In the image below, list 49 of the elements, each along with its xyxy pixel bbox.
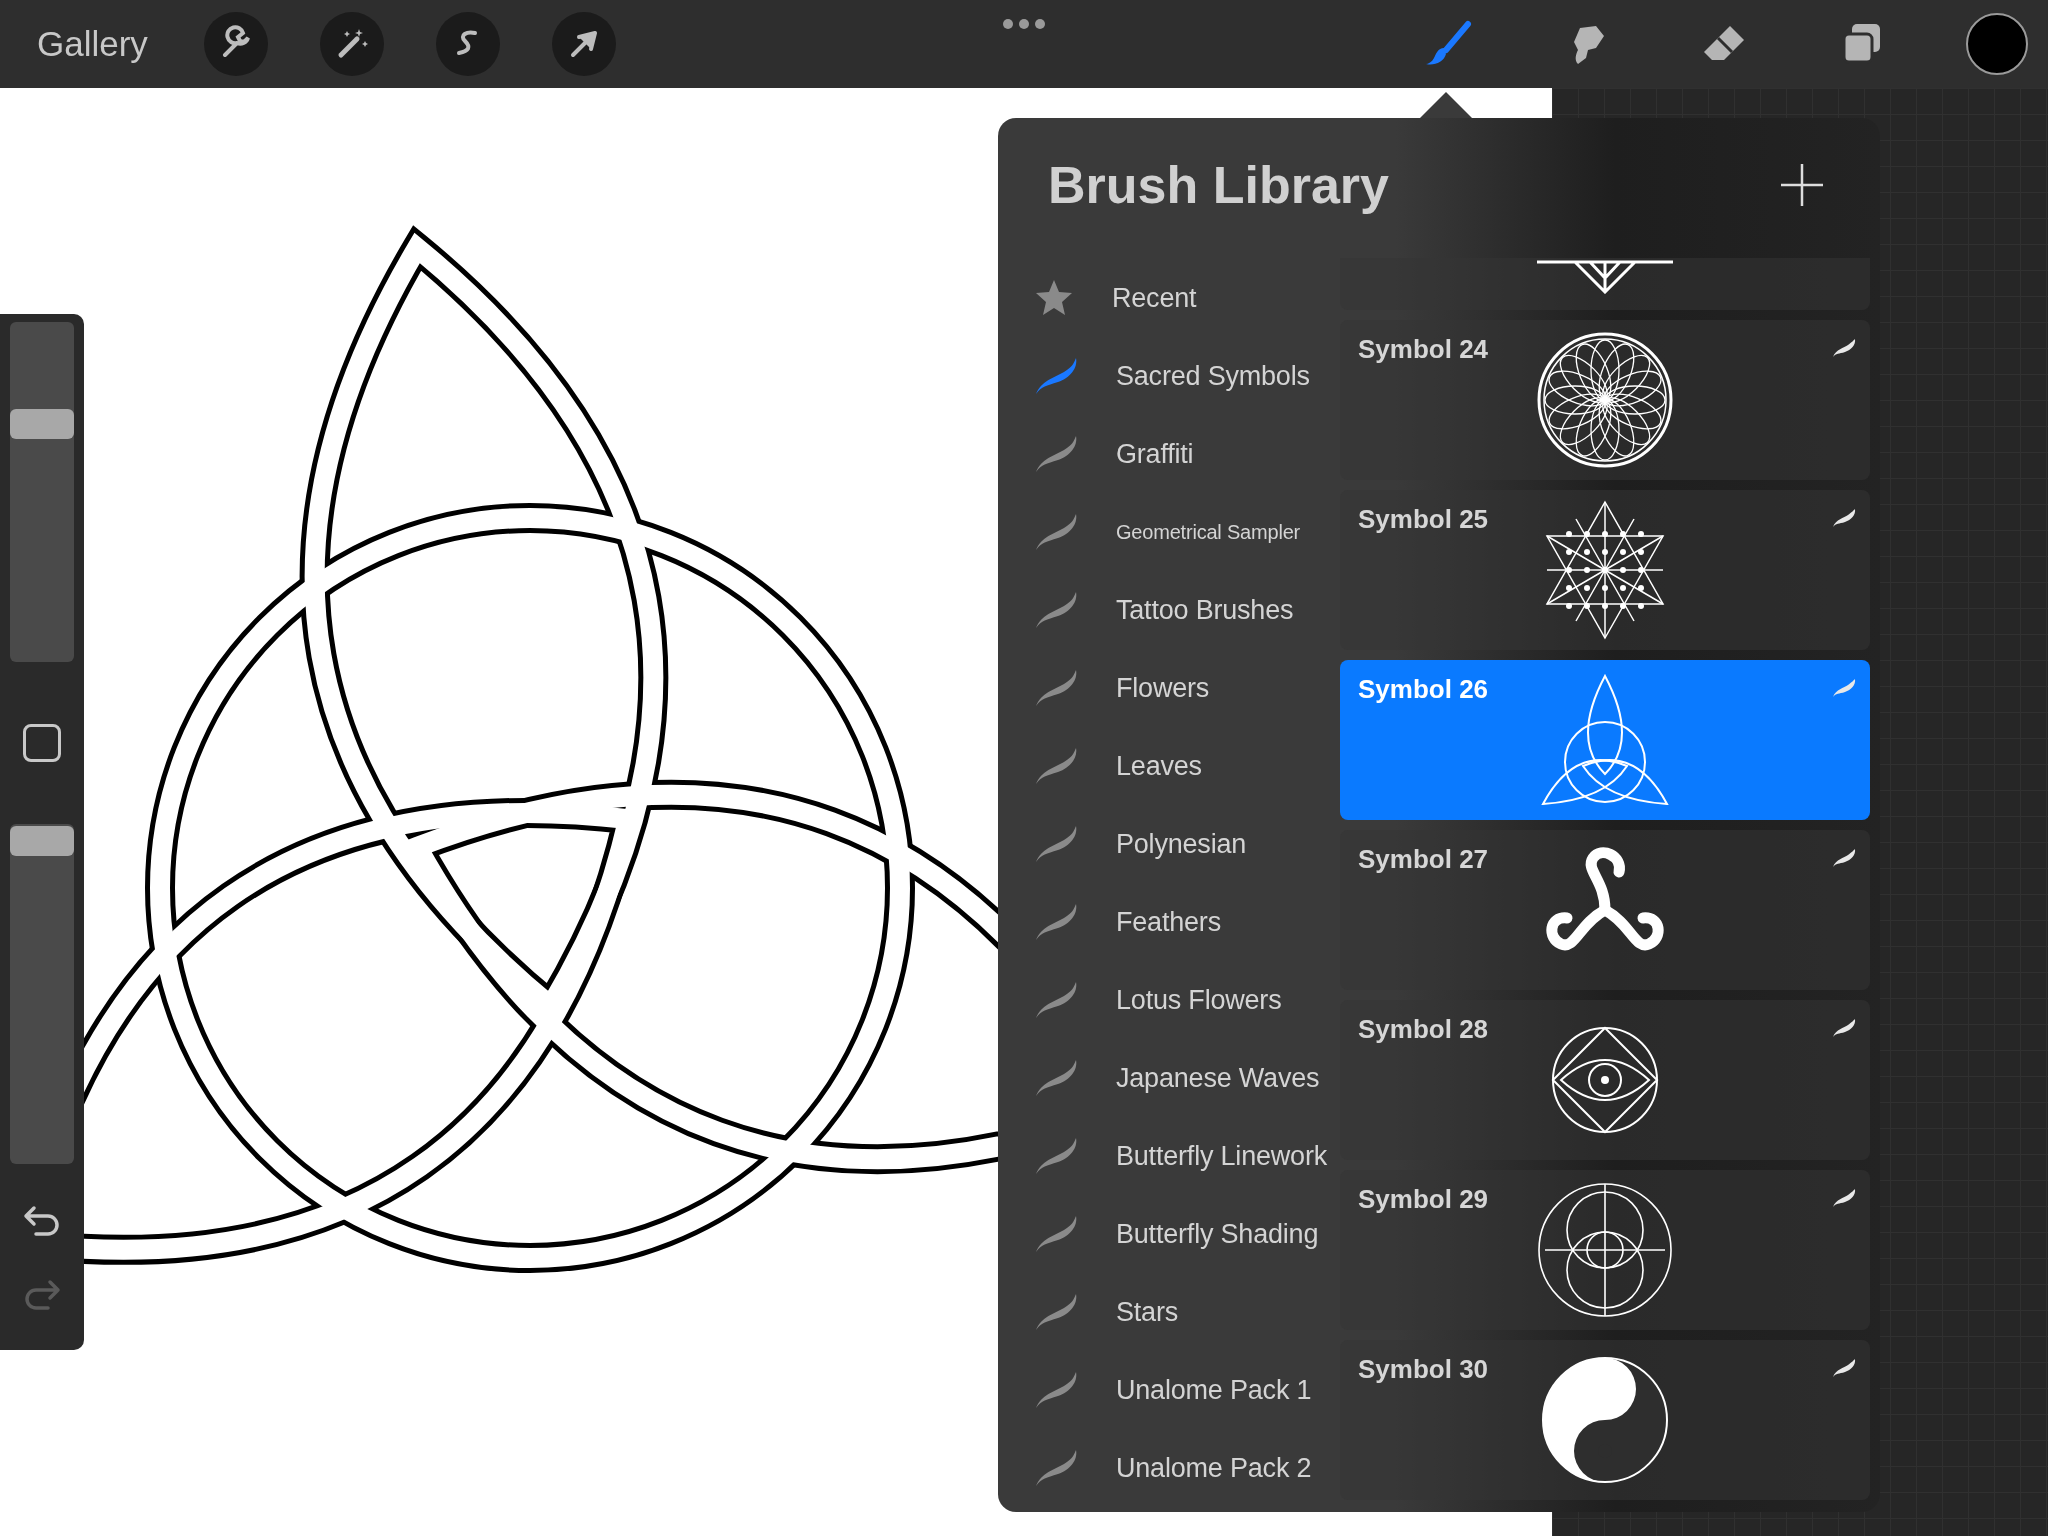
- slider-thumb[interactable]: [10, 826, 74, 856]
- brush-name: Symbol 26: [1358, 674, 1489, 705]
- brush-stroke-icon: [1832, 1358, 1856, 1378]
- brush-name: Symbol 27: [1358, 844, 1489, 875]
- slider-track[interactable]: [10, 322, 74, 662]
- brush-set-item[interactable]: Japanese Waves: [998, 1039, 1340, 1117]
- modify-button[interactable]: [23, 724, 61, 762]
- brush-card[interactable]: Symbol 26: [1340, 660, 1870, 820]
- brush-set-item[interactable]: Stars: [998, 1273, 1340, 1351]
- brush-set-item[interactable]: Unalome Pack 2: [998, 1429, 1340, 1507]
- brush-card[interactable]: Symbol 30: [1340, 1340, 1870, 1500]
- brush-name: Symbol 25: [1358, 504, 1489, 535]
- brush-set-item[interactable]: Flowers: [998, 649, 1340, 727]
- brush-name: Symbol 30: [1358, 1354, 1489, 1385]
- brush-stroke-icon: [1832, 508, 1856, 528]
- mandala-icon: [1535, 330, 1675, 470]
- brush-set-item[interactable]: Polynesian: [998, 805, 1340, 883]
- slider-thumb[interactable]: [10, 409, 74, 439]
- brush-stroke-icon: [1832, 678, 1856, 698]
- brush-set-item[interactable]: Butterfly Linework: [998, 1117, 1340, 1195]
- slider-track[interactable]: [10, 824, 74, 1164]
- brush-set-item[interactable]: Butterfly Shading: [998, 1195, 1340, 1273]
- brush-set-item[interactable]: Tattoo Brushes: [998, 571, 1340, 649]
- brush-set-item[interactable]: Geometrical Sampler: [998, 493, 1340, 571]
- brush-set-item[interactable]: Unalome Pack 1: [998, 1351, 1340, 1429]
- gallery-button[interactable]: Gallery: [37, 24, 148, 64]
- brush-card[interactable]: Symbol 29: [1340, 1170, 1870, 1330]
- panel-title: Brush Library: [1048, 155, 1389, 215]
- brush-card[interactable]: Symbol 24: [1340, 320, 1870, 480]
- triangle-symbol-icon: [1535, 258, 1675, 294]
- add-icon[interactable]: [1780, 163, 1824, 207]
- brush-name: Symbol 28: [1358, 1014, 1489, 1045]
- brush-stroke-icon: [1832, 848, 1856, 868]
- brush-stroke-icon: [1832, 338, 1856, 358]
- brush-set-item[interactable]: Lotus Flowers: [998, 961, 1340, 1039]
- brush-set-item[interactable]: Leaves: [998, 727, 1340, 805]
- brush-set-item[interactable]: Recent: [998, 259, 1340, 337]
- brush-set-item[interactable]: Sacred Symbols: [998, 337, 1340, 415]
- more-icon[interactable]: [1002, 18, 1046, 30]
- brush-set-item[interactable]: Graffiti: [998, 415, 1340, 493]
- brush-card[interactable]: Symbol 28: [1340, 1000, 1870, 1160]
- brush-name: Symbol 29: [1358, 1184, 1489, 1215]
- brush-set-item[interactable]: Feathers: [998, 883, 1340, 961]
- circles-icon: [1535, 1180, 1675, 1320]
- brush-stroke-icon: [1832, 1018, 1856, 1038]
- brush-name: Symbol 24: [1358, 334, 1489, 365]
- brush-card[interactable]: Symbol 25: [1340, 490, 1870, 650]
- brush-stroke-icon: [1832, 1188, 1856, 1208]
- brush-card[interactable]: Symbol 27: [1340, 830, 1870, 990]
